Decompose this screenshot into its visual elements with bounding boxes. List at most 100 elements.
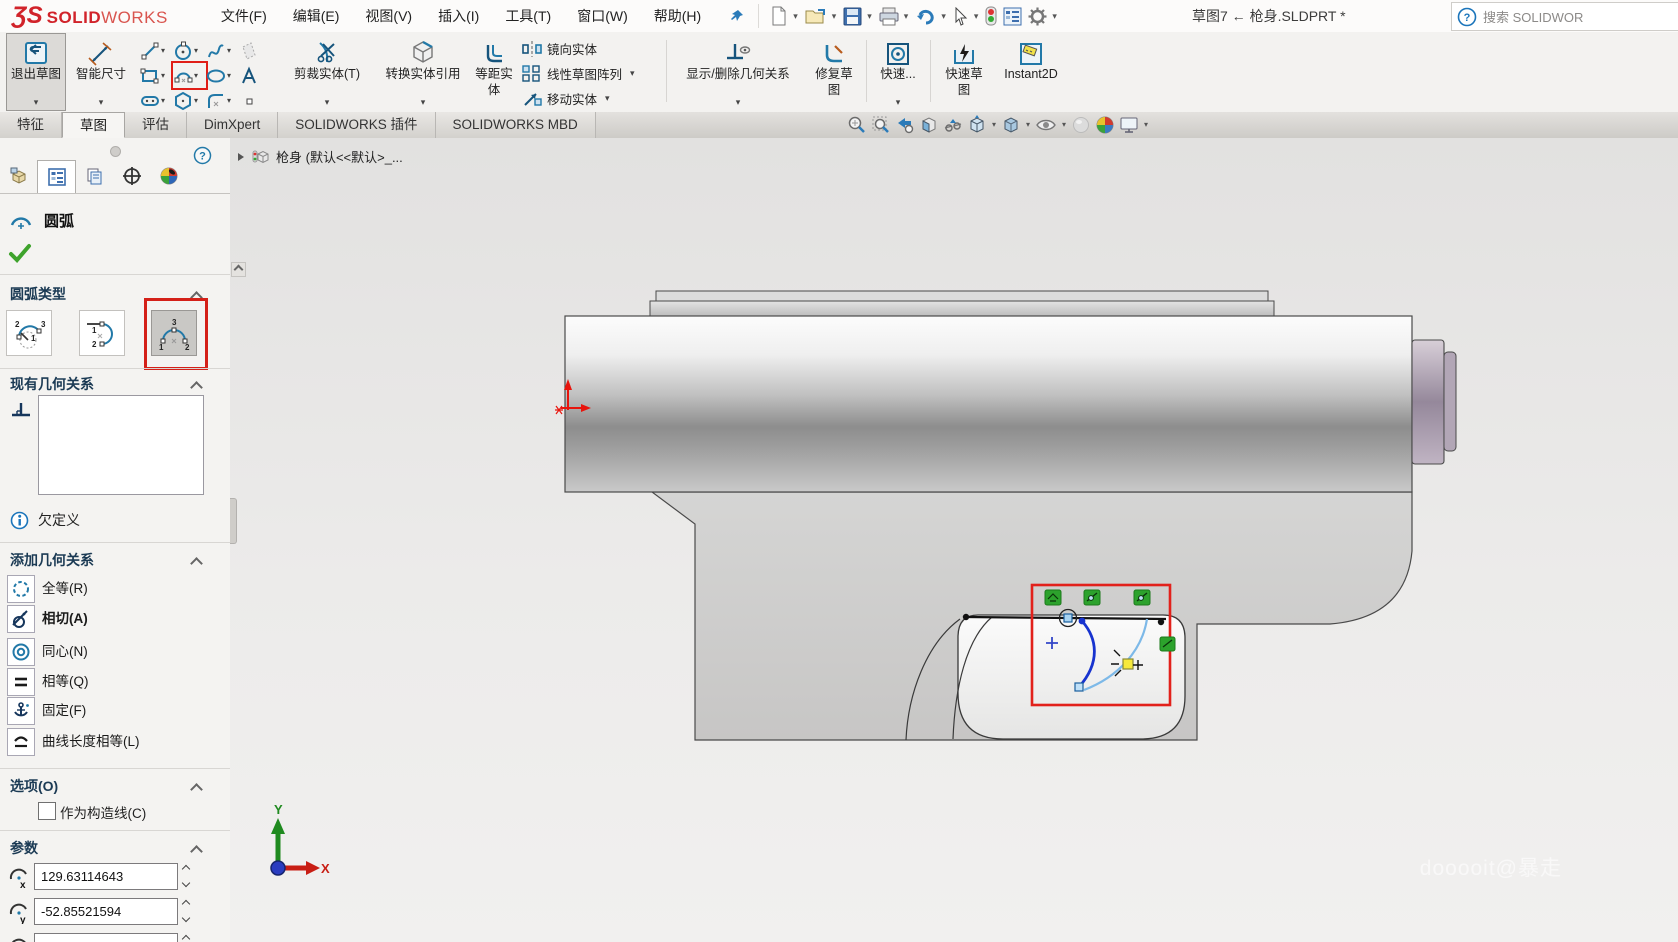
arc-end-handle[interactable] (1074, 682, 1084, 692)
tab-mbd[interactable]: SOLIDWORKS MBD (435, 112, 596, 138)
menu-edit[interactable]: 编辑(E) (280, 0, 353, 32)
tab-evaluate[interactable]: 评估 (125, 112, 187, 138)
undo-dropdown[interactable]: ▾ (941, 11, 946, 22)
edit-appearance-icon[interactable] (1069, 115, 1093, 135)
move-entities-button[interactable]: 移动实体 ▾ (522, 86, 635, 111)
graphics-viewport[interactable]: 枪身 (默认<<默认>_... Y X dooooit@暴走 (230, 138, 1678, 942)
task-list-icon[interactable] (1000, 5, 1025, 28)
instant2d-button[interactable]: Instant2D (996, 34, 1066, 110)
apply-scene-icon[interactable] (1093, 115, 1117, 135)
undo-icon[interactable] (912, 5, 939, 28)
display-style-dropdown[interactable]: ▾ (1026, 120, 1030, 129)
ellipse-tool[interactable]: ▾ (206, 63, 239, 88)
relation-badge-tangent[interactable] (1083, 589, 1101, 606)
convert-dropdown[interactable]: ▾ (421, 96, 426, 110)
save-dropdown[interactable]: ▾ (867, 11, 872, 22)
param-x-spinner[interactable] (177, 862, 195, 890)
settings-gear-icon[interactable] (1025, 5, 1050, 28)
mirror-entities-button[interactable]: 镜向实体 (522, 36, 635, 61)
tree-expand-arrow[interactable] (238, 152, 244, 161)
relation-badge-right[interactable] (1159, 636, 1176, 652)
relation-badge-on-edge[interactable] (1044, 589, 1062, 606)
select-dropdown[interactable]: ▾ (974, 11, 979, 22)
exit-sketch-button[interactable]: 退出草图 ▾ (6, 33, 66, 111)
menu-window[interactable]: 窗口(W) (564, 0, 641, 32)
smart-dimension-button[interactable]: 智能尺寸 ▾ (70, 34, 132, 110)
view-orientation-icon[interactable] (965, 114, 989, 135)
centerpoint-arc-button[interactable]: 2 1 3 (6, 310, 52, 356)
tab-dimxpert[interactable]: DimXpert (187, 112, 279, 138)
menu-insert[interactable]: 插入(I) (425, 0, 492, 32)
hide-show-items-icon[interactable] (1033, 115, 1059, 135)
view-settings-dropdown[interactable]: ▾ (1144, 120, 1148, 129)
rebuild-traffic-light-icon[interactable] (982, 4, 1000, 28)
panel-splitter-handle[interactable] (110, 146, 121, 157)
select-cursor-icon[interactable] (950, 5, 972, 28)
dimxpert-manager-tab[interactable] (113, 160, 150, 192)
search-input[interactable]: 搜索 SOLIDWOR (1483, 7, 1583, 26)
model-cylinder[interactable] (564, 315, 1413, 493)
slot-tool[interactable]: ▾ (140, 88, 173, 113)
previous-view-icon[interactable] (893, 115, 917, 135)
open-folder-icon[interactable] (802, 5, 830, 27)
existing-relations-collapse-chevron[interactable] (190, 379, 204, 394)
rapid-dropdown[interactable]: ▾ (896, 96, 901, 110)
arc-tool-active[interactable]: ▾ (171, 61, 208, 90)
circle-dropdown[interactable]: ▾ (194, 46, 198, 55)
polygon-tool[interactable]: ▾ (173, 88, 206, 113)
polygon-dropdown[interactable]: ▾ (194, 96, 198, 105)
line-tool[interactable]: ▾ (140, 38, 173, 63)
smart-dimension-dropdown[interactable]: ▾ (99, 96, 104, 110)
menu-file[interactable]: 文件(F) (208, 0, 280, 32)
property-manager-tab[interactable] (37, 160, 76, 193)
menu-view[interactable]: 视图(V) (352, 0, 425, 32)
param-y-spinner[interactable] (177, 897, 195, 925)
display-style-icon[interactable] (999, 115, 1023, 135)
parameters-collapse-chevron[interactable] (190, 843, 204, 858)
tangent-arc-button[interactable]: 1 2 (79, 310, 125, 356)
open-dropdown[interactable]: ▾ (832, 11, 837, 22)
relation-badge-tangent2[interactable] (1133, 589, 1151, 606)
param-center-y-input[interactable]: -52.85521594 (34, 898, 178, 925)
linear-pattern-button[interactable]: 线性草图阵列 ▾ (522, 61, 635, 86)
spline-dropdown[interactable]: ▾ (227, 46, 231, 55)
feature-tree-root[interactable]: 枪身 (默认<<默认>_... (238, 147, 403, 166)
model-end-disc[interactable] (1443, 351, 1457, 452)
convert-entities-button[interactable]: 转换实体引用 ▾ (374, 34, 472, 110)
configuration-manager-tab[interactable] (76, 160, 113, 192)
ok-check-button[interactable] (8, 242, 32, 264)
panel-splitter-grip[interactable] (230, 498, 237, 544)
tab-addins[interactable]: SOLIDWORKS 插件 (278, 112, 436, 138)
save-icon[interactable] (840, 5, 865, 28)
model-rail-base[interactable] (649, 300, 1275, 317)
edge-endpoint[interactable] (962, 613, 970, 621)
search-box[interactable]: ? 搜索 SOLIDWOR (1451, 2, 1678, 31)
sketch-plane-tool[interactable] (239, 38, 272, 63)
view-orientation-dropdown[interactable]: ▾ (992, 120, 996, 129)
display-relations-dropdown[interactable]: ▾ (736, 96, 741, 110)
model-pocket-face[interactable] (957, 614, 1186, 740)
new-document-icon[interactable] (767, 4, 791, 28)
arc-dropdown[interactable]: ▾ (194, 71, 198, 80)
edge-endpoint[interactable] (1157, 618, 1165, 626)
point-tool[interactable] (239, 88, 272, 113)
hide-show-dropdown[interactable]: ▾ (1062, 120, 1066, 129)
help-circle-icon[interactable]: ? (1457, 7, 1477, 27)
circle-tool[interactable]: ▾ (173, 38, 206, 63)
trim-dropdown[interactable]: ▾ (325, 96, 330, 110)
construction-line-checkbox[interactable] (38, 802, 56, 820)
tab-features[interactable]: 特征 (0, 112, 62, 138)
view-settings-icon[interactable] (1117, 115, 1141, 135)
zoom-area-icon[interactable] (869, 115, 893, 135)
display-delete-relations-button[interactable]: 显示/删除几何关系 ▾ (672, 34, 804, 110)
panel-scroll-up-button[interactable] (231, 262, 246, 277)
tree-item-label[interactable]: 枪身 (默认<<默认>_... (276, 147, 403, 166)
trim-entities-button[interactable]: 剪裁实体(T) ▾ (284, 34, 370, 110)
rectangle-dropdown[interactable]: ▾ (161, 71, 165, 80)
line-dropdown[interactable]: ▾ (161, 46, 165, 55)
linear-pattern-dropdown[interactable]: ▾ (630, 68, 635, 79)
model-end-cap[interactable] (1411, 339, 1445, 465)
section-view-icon[interactable] (917, 115, 941, 135)
menu-help[interactable]: 帮助(H) (641, 0, 714, 32)
rapid-sketch-button[interactable]: 快速草 图 (936, 34, 992, 110)
